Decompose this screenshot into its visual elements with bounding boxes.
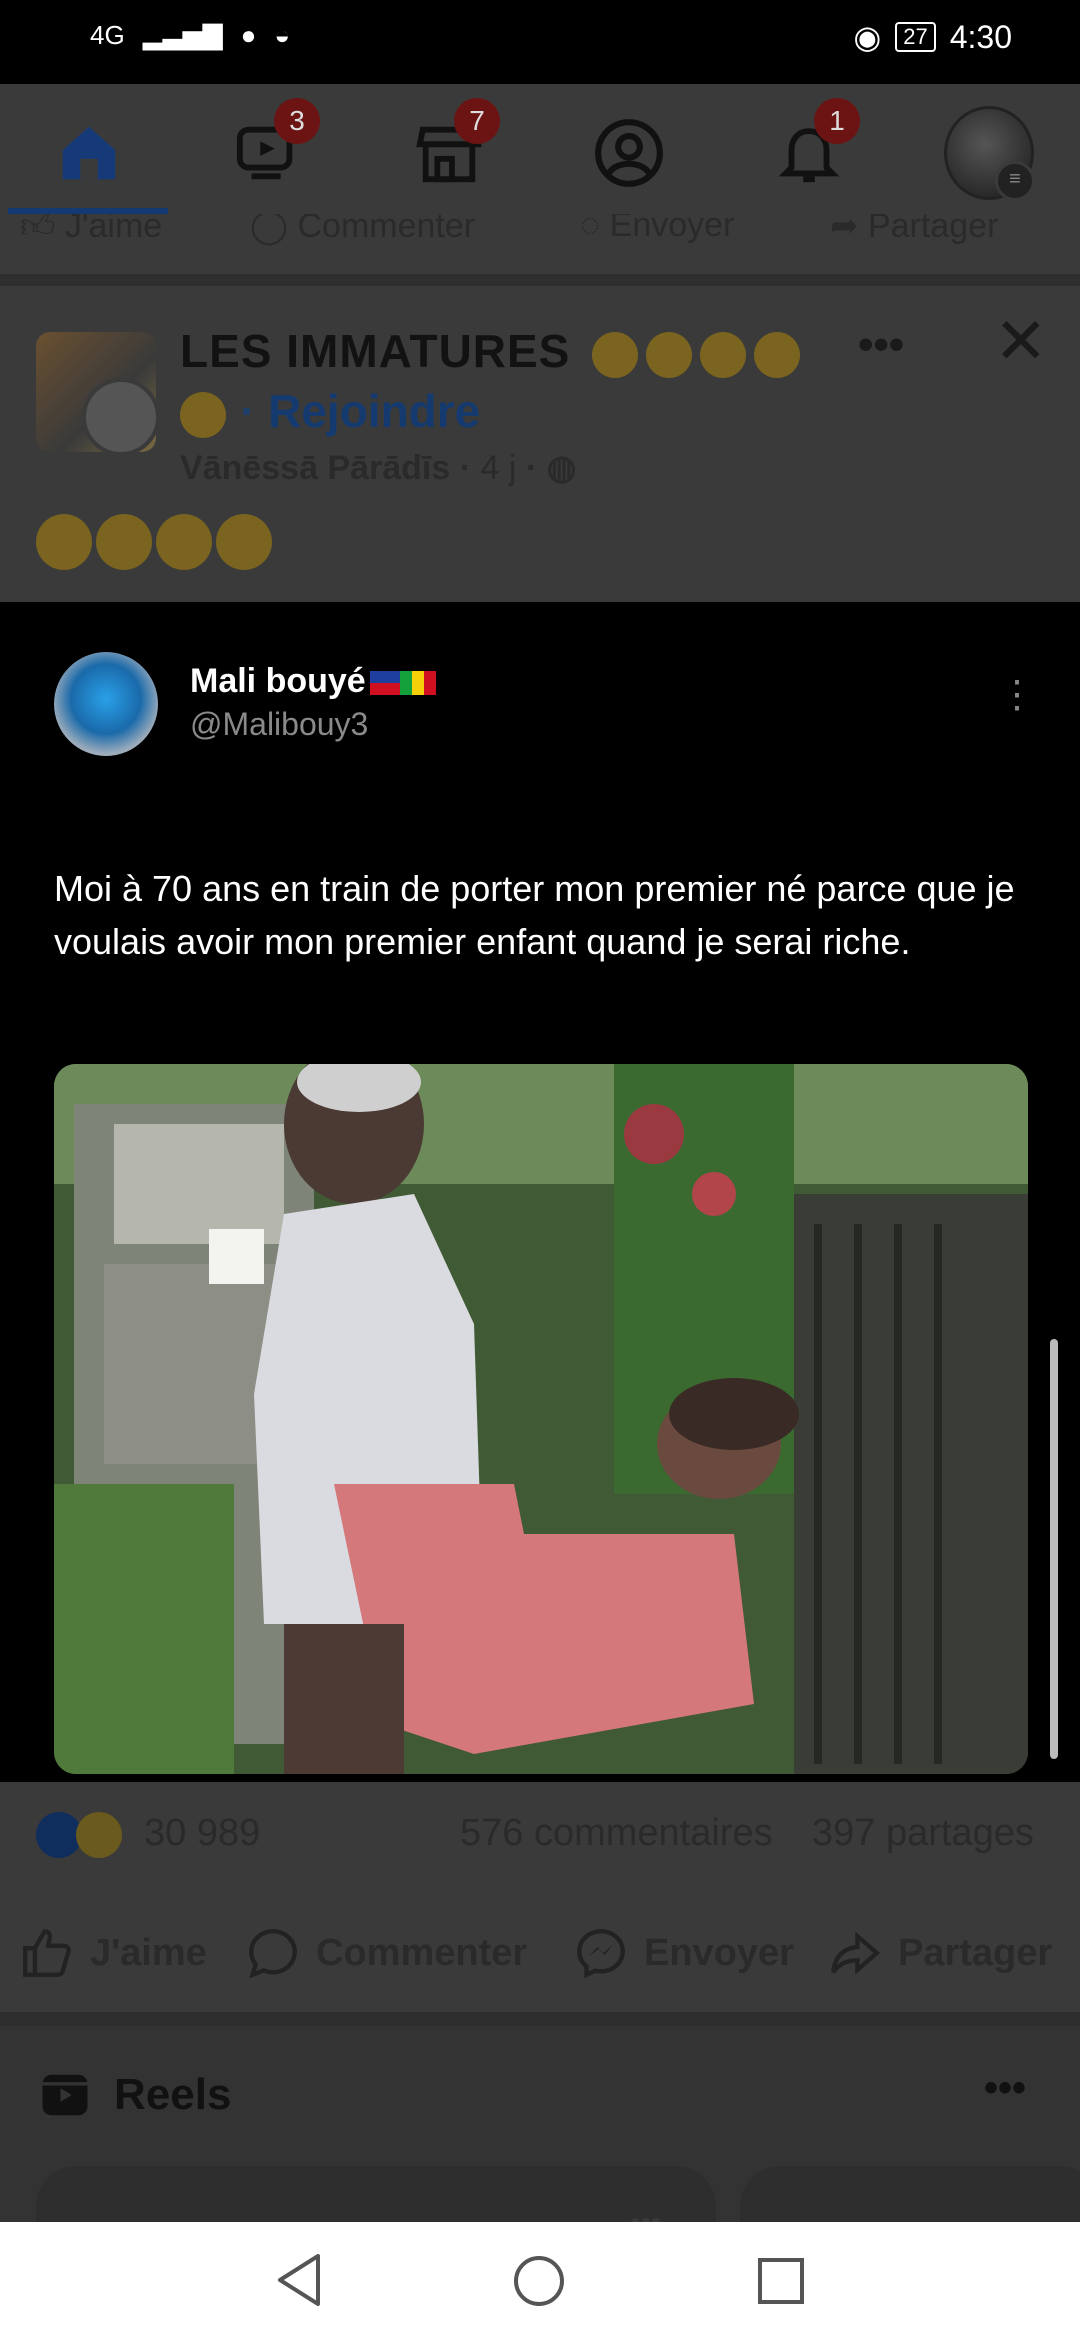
status-bar: 4G ▂▃▅▇ ● ◒ ◉ 27 4:30 xyxy=(0,0,1080,84)
marketplace-badge: 7 xyxy=(454,98,500,144)
comments-count[interactable]: 576 commentaires xyxy=(460,1812,773,1855)
prev-comment-label: Commenter xyxy=(297,214,476,245)
share-label: Partager xyxy=(898,1931,1053,1974)
comment-icon xyxy=(249,1929,297,1979)
laughing-emoji-icon xyxy=(216,514,272,570)
post-meta: Vānēssā Pārādīs · 4 j · ◍ xyxy=(180,448,576,488)
post-options-icon[interactable]: ••• xyxy=(858,320,904,370)
reel-options-icon[interactable]: ••• xyxy=(630,2206,662,2222)
tweet-more-icon: ⋮ xyxy=(998,674,1036,716)
like-label: J'aime xyxy=(90,1931,207,1974)
author-avatar xyxy=(82,378,160,456)
reactions-summary: 30 989 576 commentaires 397 partages xyxy=(0,1782,1080,1882)
comment-label: Commenter xyxy=(316,1931,528,1974)
post-time[interactable]: 4 j xyxy=(481,449,517,487)
prev-like-button[interactable]: 👍︎ J'aime xyxy=(20,214,162,247)
menu-icon: ≡ xyxy=(995,161,1035,201)
prev-comment-button[interactable]: ◯ Commenter xyxy=(250,214,475,246)
prev-share-label: Partager xyxy=(867,214,999,245)
recents-icon[interactable] xyxy=(756,2256,806,2306)
menu-avatar: ≡ xyxy=(944,106,1035,201)
close-post-icon[interactable]: ✕ xyxy=(994,304,1048,379)
reels-icon xyxy=(42,2074,88,2116)
facebook-feed: 3 7 1 ≡ 👍︎ J'aime ◯ Commenter ◌ Envoyer … xyxy=(0,84,1080,2222)
chat-icon: ● xyxy=(240,20,257,50)
battery-icon: 27 xyxy=(895,22,936,52)
post-caption xyxy=(36,514,276,575)
join-group: · Rejoindre xyxy=(180,384,480,438)
group-name: LES IMMATURES xyxy=(180,325,571,377)
comment-button[interactable]: Commenter xyxy=(244,1924,527,1982)
tab-profile[interactable] xyxy=(584,108,674,198)
prev-send-button[interactable]: ◌ Envoyer xyxy=(580,214,734,245)
laughing-emoji-icon xyxy=(754,331,801,378)
divider xyxy=(0,2012,1080,2026)
reels-options-icon[interactable]: ••• xyxy=(984,2066,1026,2111)
mali-flag-icon xyxy=(399,671,436,696)
clock: 4:30 xyxy=(949,18,1012,55)
prev-share-button[interactable]: ➦ Partager xyxy=(830,214,998,246)
tab-notifications[interactable]: 1 xyxy=(764,98,860,198)
messenger-icon xyxy=(577,1929,625,1979)
laughing-emoji-icon xyxy=(180,391,226,438)
signal-icon: ▂▃▅▇ xyxy=(142,20,223,50)
shares-count[interactable]: 397 partages xyxy=(812,1812,1034,1855)
laughing-emoji-icon xyxy=(592,331,639,378)
profile-icon xyxy=(595,119,663,187)
laughing-emoji-icon xyxy=(646,331,693,378)
share-button[interactable]: Partager xyxy=(826,1924,1052,1982)
send-label: Envoyer xyxy=(644,1931,794,1974)
laughing-emoji-icon xyxy=(156,514,212,570)
reel-card[interactable] xyxy=(740,2166,1080,2222)
laughing-emoji-icon xyxy=(36,514,92,570)
tweet-text: Moi à 70 ans en train de porter mon prem… xyxy=(54,868,1015,962)
reels-title: Reels xyxy=(114,2070,232,2119)
app-notification-icon: ◒ xyxy=(274,20,291,50)
post-action-bar: J'aime Commenter Envoyer Partager xyxy=(0,1882,1080,2012)
home-nav-icon[interactable] xyxy=(512,2254,566,2308)
network-indicator: 4G xyxy=(90,20,125,50)
join-button[interactable]: Rejoindre xyxy=(268,385,480,437)
back-icon[interactable] xyxy=(274,2252,324,2308)
post-author[interactable]: Vānēssā Pārādīs xyxy=(180,449,450,487)
group-avatar[interactable] xyxy=(36,332,160,456)
reels-section: Reels ••• ••• xyxy=(0,2026,1080,2222)
video-badge: 3 xyxy=(274,98,320,144)
system-navigation-bar xyxy=(0,2222,1080,2340)
share-icon xyxy=(831,1931,881,1975)
meta-separator: · xyxy=(459,449,481,487)
like-button[interactable]: J'aime xyxy=(18,1924,207,1982)
reactions-count[interactable]: 30 989 xyxy=(144,1812,260,1855)
tab-home[interactable] xyxy=(44,108,134,198)
post-image[interactable]: Mali bouyé @Malibouy3 ⋮ Moi à 70 ans en … xyxy=(0,602,1080,1782)
send-button[interactable]: Envoyer xyxy=(572,1924,794,1982)
tab-video[interactable]: 3 xyxy=(224,98,320,198)
group-title[interactable]: LES IMMATURES xyxy=(180,324,801,378)
tweet-author: Mali bouyé xyxy=(190,662,436,701)
tweet-photo xyxy=(54,1064,1028,1774)
home-icon xyxy=(62,126,116,180)
prev-like-label: J'aime xyxy=(64,214,163,245)
prev-send-label: Envoyer xyxy=(609,214,735,244)
tab-marketplace[interactable]: 7 xyxy=(404,98,500,198)
reel-card[interactable]: ••• xyxy=(36,2166,716,2222)
tweet-avatar xyxy=(54,652,158,756)
tweet-author-name: Mali bouyé xyxy=(190,662,366,700)
notifications-badge: 1 xyxy=(814,98,860,144)
photo-man-carrying-baby xyxy=(54,1064,1028,1774)
thumbs-up-icon xyxy=(23,1929,71,1977)
previous-post-actions: 👍︎ J'aime ◯ Commenter ◌ Envoyer ➦ Partag… xyxy=(0,214,1080,274)
divider xyxy=(0,274,1080,286)
meta-separator: · xyxy=(525,449,547,487)
eye-icon: ◉ xyxy=(853,19,882,55)
tab-menu[interactable]: ≡ xyxy=(944,106,1035,201)
tab-bar: 3 7 1 ≡ xyxy=(0,84,1080,214)
laughing-emoji-icon xyxy=(700,331,747,378)
haiti-flag-icon xyxy=(369,671,400,696)
laughing-emoji-icon xyxy=(96,514,152,570)
tweet-handle: @Malibouy3 xyxy=(190,706,369,742)
globe-icon: ◍ xyxy=(546,449,577,487)
haha-reaction-icon xyxy=(76,1812,122,1858)
scrollbar[interactable] xyxy=(1050,1339,1058,1759)
